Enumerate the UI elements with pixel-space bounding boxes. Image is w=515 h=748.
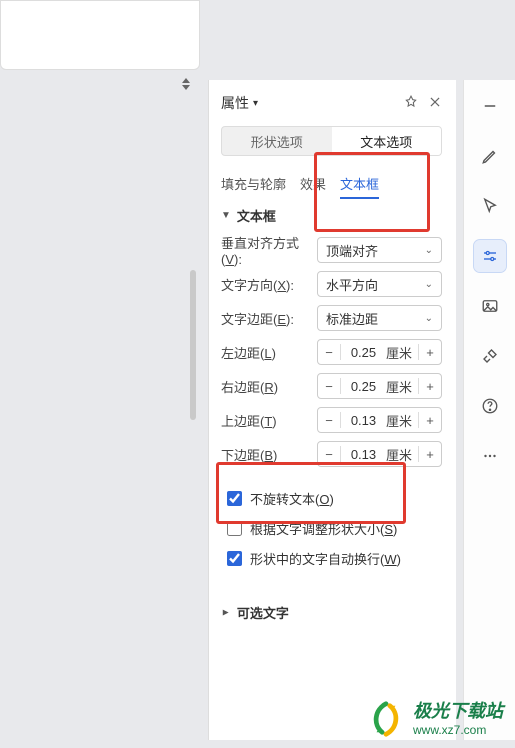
margin-left-unit: 厘米 — [386, 343, 418, 362]
text-subtabs: 填充与轮廓 效果 文本框 — [221, 170, 442, 196]
margin-top-unit: 厘米 — [386, 411, 418, 430]
subtab-fill-outline[interactable]: 填充与轮廓 — [221, 174, 286, 193]
margin-right-value: 0.25 — [341, 379, 386, 394]
document-canvas[interactable] — [0, 0, 200, 70]
close-icon[interactable] — [428, 95, 442, 112]
expand-triangle-icon: ▼ — [220, 608, 231, 618]
option-tabs: 形状选项 文本选项 — [221, 126, 442, 156]
watermark-name: 极光下载站 — [413, 701, 503, 723]
label-valign: 垂直对齐方式(V): — [221, 233, 317, 267]
section-textbox-header[interactable]: ▼ 文本框 — [221, 206, 442, 225]
cursor-icon[interactable] — [474, 190, 506, 222]
spinner-margin-right[interactable]: − 0.25 厘米 + — [317, 373, 442, 399]
checkbox-autosize-shape[interactable] — [227, 521, 242, 536]
chevron-down-icon: ▾ — [253, 98, 258, 109]
watermark: 极光下载站 www.xz7.com — [367, 700, 503, 738]
checkbox-autowrap-text[interactable] — [227, 551, 242, 566]
checkbox-no-rotate-text[interactable] — [227, 491, 242, 506]
label-no-rotate-text: 不旋转文本(O) — [250, 489, 334, 508]
subtab-effect[interactable]: 效果 — [300, 174, 326, 193]
spinner-margin-top[interactable]: − 0.13 厘米 + — [317, 407, 442, 433]
label-autosize-shape: 根据文字调整形状大小(S) — [250, 519, 397, 538]
margin-bottom-value: 0.13 — [341, 447, 386, 462]
increment-button[interactable]: + — [419, 413, 441, 428]
spinner-margin-left[interactable]: − 0.25 厘米 + — [317, 339, 442, 365]
section-textbox-title: 文本框 — [237, 206, 276, 225]
label-text-direction: 文字方向(X): — [221, 275, 317, 294]
increment-button[interactable]: + — [419, 379, 441, 394]
label-margin-right: 右边距(R) — [221, 377, 317, 396]
tab-shape-options[interactable]: 形状选项 — [222, 127, 332, 155]
panel-title[interactable]: 属性 ▾ — [221, 93, 258, 113]
select-text-direction[interactable]: 水平方向 ⌄ — [317, 271, 442, 297]
margin-right-unit: 厘米 — [386, 377, 418, 396]
minimize-button[interactable] — [474, 90, 506, 122]
label-text-margin: 文字边距(E): — [221, 309, 317, 328]
help-icon[interactable] — [474, 390, 506, 422]
select-tdir-value: 水平方向 — [326, 275, 378, 294]
tab-text-options[interactable]: 文本选项 — [332, 127, 442, 155]
margin-left-value: 0.25 — [341, 345, 386, 360]
collapse-triangle-icon: ▼ — [221, 210, 231, 221]
label-margin-top: 上边距(T) — [221, 411, 317, 430]
right-side-toolbar — [463, 80, 515, 740]
chevron-down-icon: ⌄ — [425, 245, 433, 256]
more-icon[interactable] — [474, 440, 506, 472]
picture-icon[interactable] — [474, 290, 506, 322]
margin-top-value: 0.13 — [341, 413, 386, 428]
section-alttext-header[interactable]: ▼ 可选文字 — [221, 603, 442, 622]
chevron-down-icon: ⌄ — [425, 279, 433, 290]
label-margin-left: 左边距(L) — [221, 343, 317, 362]
collapse-handle[interactable] — [180, 78, 192, 90]
tools-icon[interactable] — [474, 340, 506, 372]
section-alttext-title: 可选文字 — [237, 603, 289, 622]
label-autowrap-text: 形状中的文字自动换行(W) — [250, 549, 401, 568]
label-margin-bottom: 下边距(B) — [221, 445, 317, 464]
decrement-button[interactable]: − — [318, 345, 340, 360]
decrement-button[interactable]: − — [318, 447, 340, 462]
pin-icon[interactable] — [404, 95, 418, 112]
increment-button[interactable]: + — [419, 345, 441, 360]
pen-icon[interactable] — [474, 140, 506, 172]
scrollbar[interactable] — [190, 270, 196, 420]
chevron-down-icon: ⌄ — [425, 313, 433, 324]
margin-bottom-unit: 厘米 — [386, 445, 418, 464]
watermark-url: www.xz7.com — [413, 723, 503, 737]
panel-title-text: 属性 — [221, 93, 249, 113]
settings-sliders-icon[interactable] — [474, 240, 506, 272]
select-tmargin-value: 标准边距 — [326, 309, 378, 328]
decrement-button[interactable]: − — [318, 413, 340, 428]
decrement-button[interactable]: − — [318, 379, 340, 394]
logo-icon — [367, 700, 405, 738]
select-valign-value: 顶端对齐 — [326, 241, 378, 260]
subtab-textbox[interactable]: 文本框 — [340, 174, 379, 193]
properties-panel: 属性 ▾ 形状选项 文本选项 填充与轮廓 效果 文本框 ▼ 文本框 垂直对齐方式… — [208, 80, 456, 740]
increment-button[interactable]: + — [419, 447, 441, 462]
select-text-margin[interactable]: 标准边距 ⌄ — [317, 305, 442, 331]
select-valign[interactable]: 顶端对齐 ⌄ — [317, 237, 442, 263]
spinner-margin-bottom[interactable]: − 0.13 厘米 + — [317, 441, 442, 467]
